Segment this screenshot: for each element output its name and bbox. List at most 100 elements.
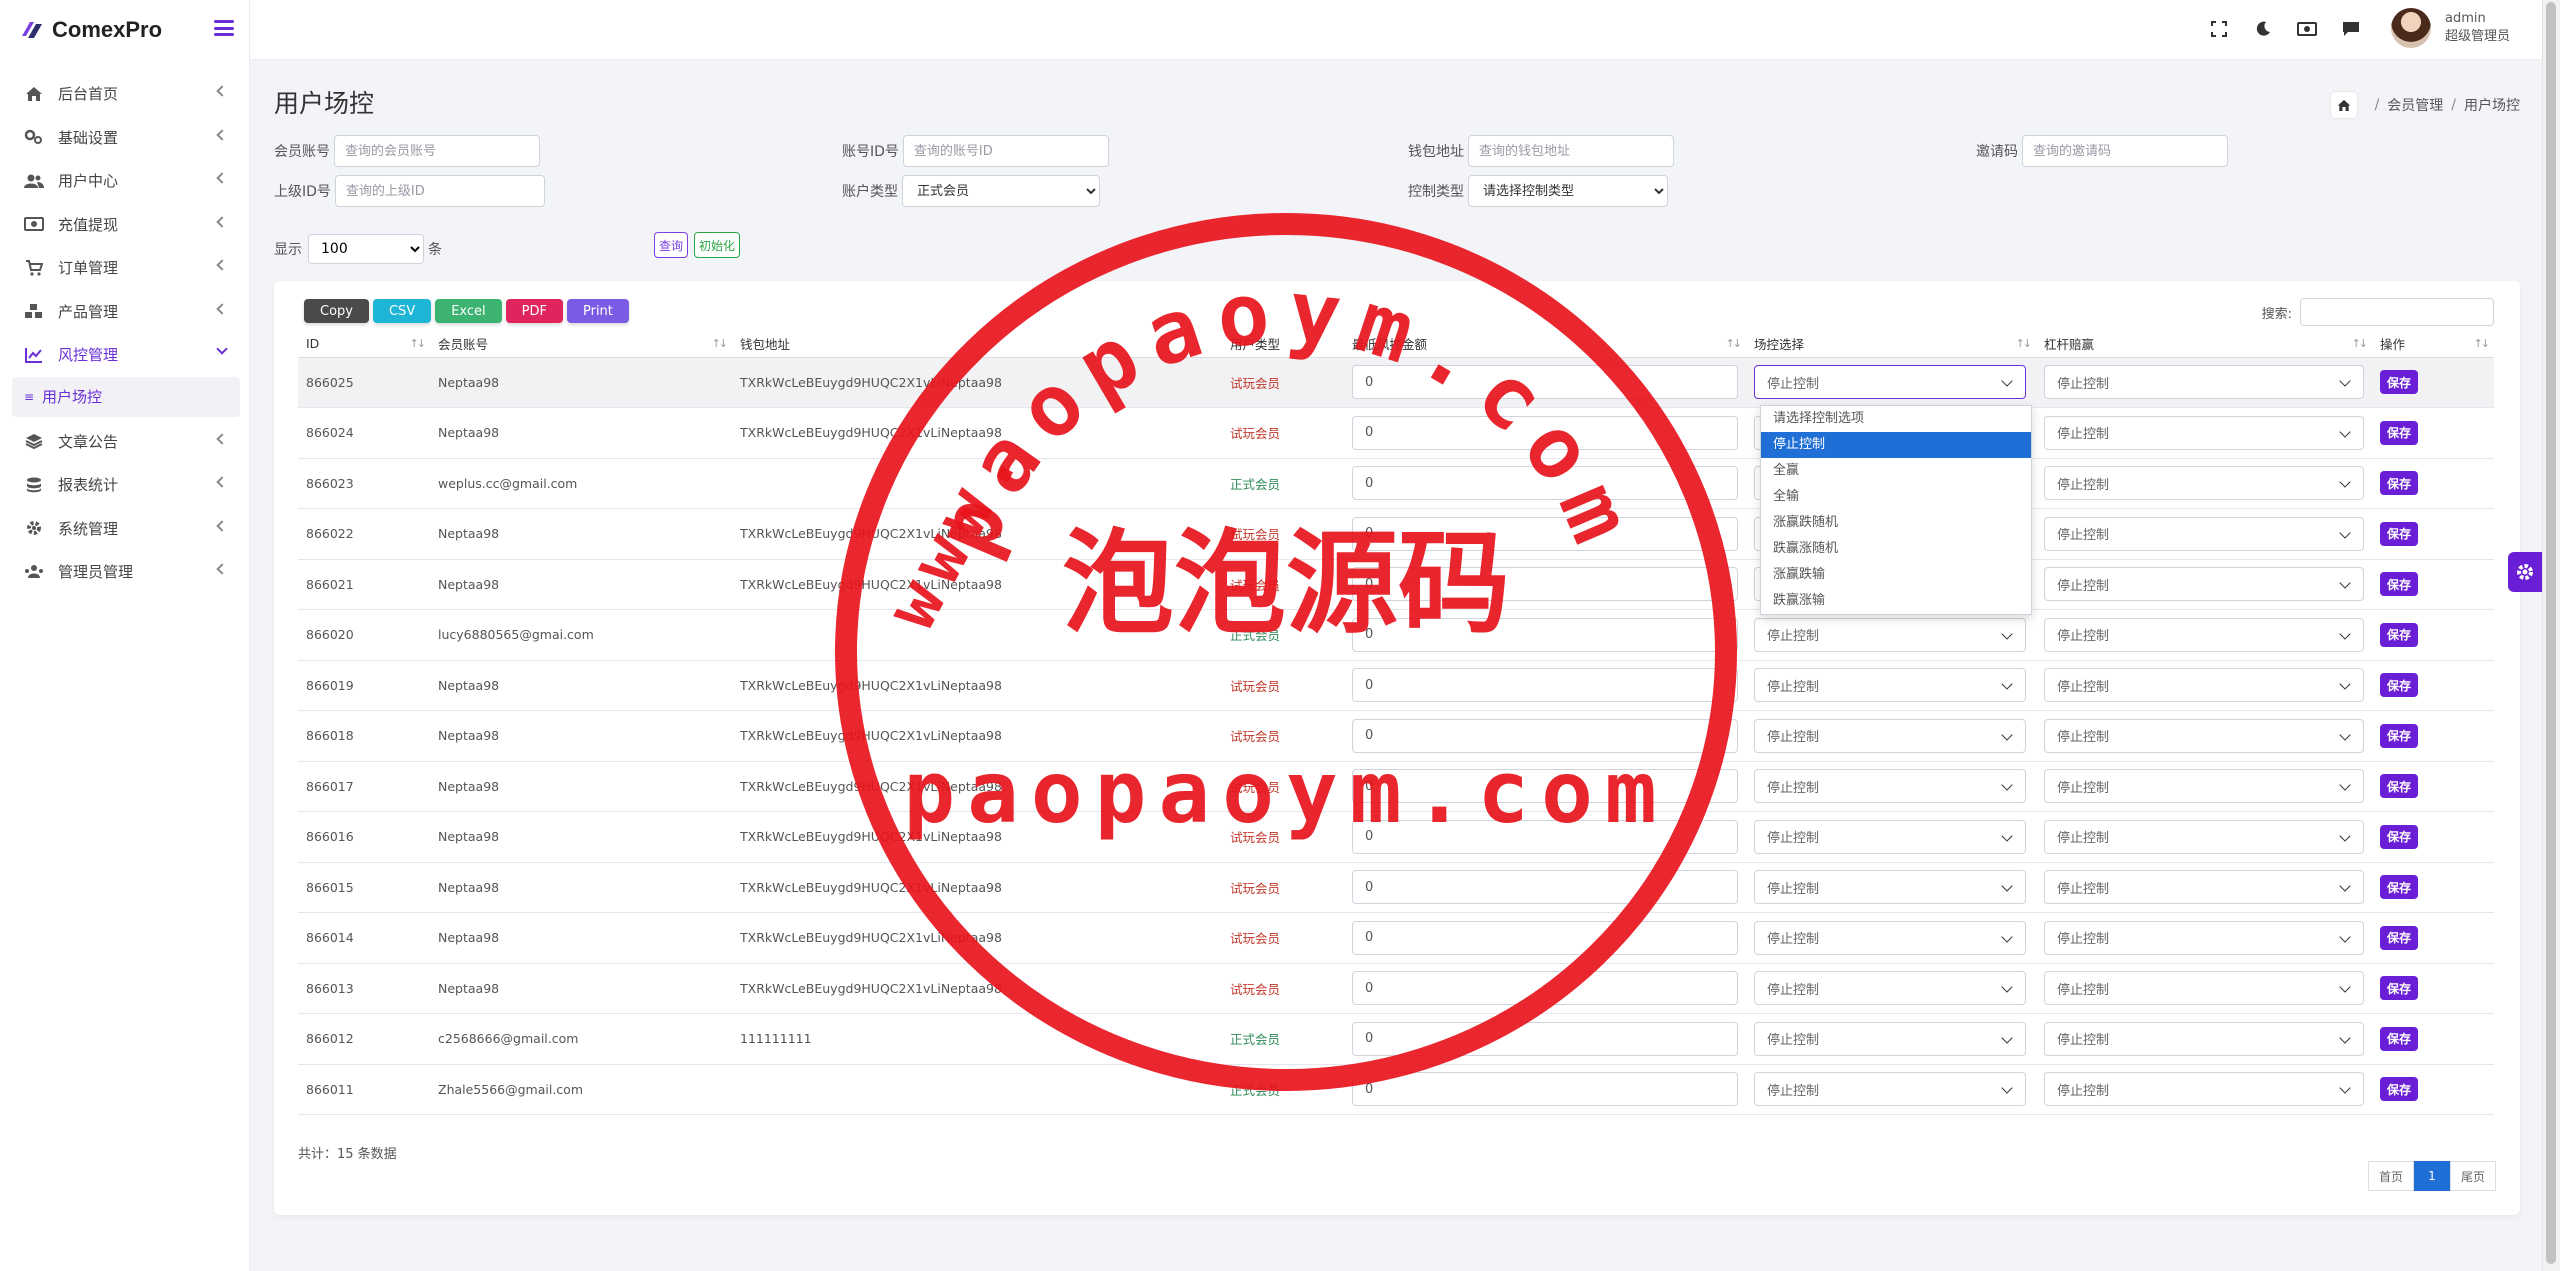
user-menu[interactable]: admin 超级管理员 <box>2390 8 2510 48</box>
min-amount-input[interactable] <box>1352 415 1738 450</box>
sidebar-item-basic-settings[interactable]: 基础设置 <box>12 116 240 160</box>
sidebar-subitem-user-control[interactable]: ≡ 用户场控 <box>12 376 240 417</box>
save-button[interactable]: 保存 <box>2380 824 2418 849</box>
menu-toggle-icon[interactable] <box>214 20 234 36</box>
min-amount-input[interactable] <box>1352 516 1738 551</box>
save-button[interactable]: 保存 <box>2380 723 2418 748</box>
col-action[interactable]: 操作 ↑↓ <box>2372 331 2494 358</box>
save-button[interactable]: 保存 <box>2380 622 2418 647</box>
min-amount-input[interactable] <box>1352 365 1738 400</box>
search-input[interactable] <box>2300 298 2494 326</box>
pdf-button[interactable]: PDF <box>505 299 563 323</box>
control-type-select[interactable]: 请选择控制类型 <box>1468 175 1668 207</box>
sidebar-item-admins[interactable]: 管理员管理 <box>12 550 240 594</box>
leverage-select[interactable]: 停止控制 <box>2044 668 2364 703</box>
last-page-button[interactable]: 尾页 <box>2449 1161 2496 1191</box>
min-amount-input[interactable] <box>1352 819 1738 854</box>
leverage-select[interactable]: 停止控制 <box>2044 769 2364 804</box>
control-select[interactable]: 停止控制 <box>1754 668 2026 703</box>
moon-icon[interactable] <box>2252 18 2274 40</box>
invite-input[interactable] <box>2022 135 2228 167</box>
control-select[interactable]: 停止控制 <box>1754 365 2026 400</box>
control-option[interactable]: 涨赢跌输 <box>1761 562 2031 588</box>
leverage-select[interactable]: 停止控制 <box>2044 516 2364 551</box>
save-button[interactable]: 保存 <box>2380 370 2418 395</box>
page-size-select[interactable]: 100 <box>308 234 424 264</box>
sidebar-item-system[interactable]: 系统管理 <box>12 507 240 551</box>
account-id-input[interactable] <box>902 135 1109 167</box>
leverage-select[interactable]: 停止控制 <box>2044 365 2364 400</box>
copy-button[interactable]: Copy <box>304 299 369 323</box>
parent-id-input[interactable] <box>334 175 545 207</box>
save-button[interactable]: 保存 <box>2380 572 2418 597</box>
account-type-select[interactable]: 正式会员 <box>902 175 1100 207</box>
col-control[interactable]: 场控选择 ↑↓ <box>1746 331 2036 358</box>
save-button[interactable]: 保存 <box>2380 774 2418 799</box>
leverage-select[interactable]: 停止控制 <box>2044 1072 2364 1107</box>
min-amount-input[interactable] <box>1352 617 1738 652</box>
save-button[interactable]: 保存 <box>2380 521 2418 546</box>
control-select[interactable]: 停止控制 <box>1754 971 2026 1006</box>
logo[interactable]: ComexPro <box>0 0 249 60</box>
sidebar-item-articles[interactable]: 文章公告 <box>12 420 240 464</box>
save-button[interactable]: 保存 <box>2380 925 2418 950</box>
control-select[interactable]: 停止控制 <box>1754 819 2026 854</box>
money-bill-icon[interactable] <box>2296 18 2318 40</box>
save-button[interactable]: 保存 <box>2380 875 2418 900</box>
leverage-select[interactable]: 停止控制 <box>2044 1021 2364 1056</box>
col-member[interactable]: 会员账号 ↑↓ <box>430 331 732 358</box>
member-input[interactable] <box>334 135 540 167</box>
save-button[interactable]: 保存 <box>2380 1026 2418 1051</box>
leverage-select[interactable]: 停止控制 <box>2044 971 2364 1006</box>
query-button[interactable]: 查询 <box>654 232 689 258</box>
sidebar-item-reports[interactable]: 报表统计 <box>12 463 240 507</box>
save-button[interactable]: 保存 <box>2380 673 2418 698</box>
min-amount-input[interactable] <box>1352 769 1738 804</box>
min-amount-input[interactable] <box>1352 971 1738 1006</box>
leverage-select[interactable]: 停止控制 <box>2044 920 2364 955</box>
excel-button[interactable]: Excel <box>435 299 502 323</box>
min-amount-input[interactable] <box>1352 1021 1738 1056</box>
min-amount-input[interactable] <box>1352 870 1738 905</box>
control-option[interactable]: 涨赢跌随机 <box>1761 510 2031 536</box>
control-select[interactable]: 停止控制 <box>1754 870 2026 905</box>
control-select[interactable]: 停止控制 <box>1754 1072 2026 1107</box>
control-select[interactable]: 停止控制 <box>1754 1021 2026 1056</box>
col-leverage[interactable]: 杠杆赔赢 ↑↓ <box>2036 331 2372 358</box>
control-option[interactable]: 全赢 <box>1761 458 2031 484</box>
sidebar-item-deposit-withdraw[interactable]: 充值提现 <box>12 203 240 247</box>
sidebar-item-user-center[interactable]: 用户中心 <box>12 159 240 203</box>
min-amount-input[interactable] <box>1352 466 1738 501</box>
leverage-select[interactable]: 停止控制 <box>2044 718 2364 753</box>
leverage-select[interactable]: 停止控制 <box>2044 870 2364 905</box>
leverage-select[interactable]: 停止控制 <box>2044 819 2364 854</box>
leverage-select[interactable]: 停止控制 <box>2044 466 2364 501</box>
leverage-select[interactable]: 停止控制 <box>2044 567 2364 602</box>
first-page-button[interactable]: 首页 <box>2367 1161 2414 1191</box>
min-amount-input[interactable] <box>1352 920 1738 955</box>
control-select[interactable]: 停止控制 <box>1754 617 2026 652</box>
settings-fab[interactable] <box>2508 552 2542 592</box>
min-amount-input[interactable] <box>1352 718 1738 753</box>
min-amount-input[interactable] <box>1352 567 1738 602</box>
save-button[interactable]: 保存 <box>2380 976 2418 1001</box>
save-button[interactable]: 保存 <box>2380 471 2418 496</box>
control-option[interactable]: 跌赢涨输 <box>1761 588 2031 614</box>
col-min-amount[interactable]: 最低风控金额 ↑↓ <box>1344 331 1746 358</box>
control-select[interactable]: 停止控制 <box>1754 769 2026 804</box>
control-option[interactable]: 跌赢涨随机 <box>1761 536 2031 562</box>
save-button[interactable]: 保存 <box>2380 1077 2418 1102</box>
control-select[interactable]: 停止控制 <box>1754 718 2026 753</box>
print-button[interactable]: Print <box>566 299 629 323</box>
breadcrumb-item[interactable]: 会员管理 <box>2387 95 2443 115</box>
page-scrollbar[interactable] <box>2542 0 2560 1271</box>
control-option[interactable]: 请选择控制选项 <box>1761 406 2031 432</box>
control-option[interactable]: 全输 <box>1761 484 2031 510</box>
leverage-select[interactable]: 停止控制 <box>2044 415 2364 450</box>
reset-button[interactable]: 初始化 <box>694 232 741 258</box>
home-icon[interactable] <box>2330 92 2357 118</box>
sidebar-item-home[interactable]: 后台首页 <box>12 72 240 116</box>
fullscreen-icon[interactable] <box>2208 18 2230 40</box>
control-select[interactable]: 停止控制 <box>1754 920 2026 955</box>
col-id[interactable]: ID ↑↓ <box>298 331 430 358</box>
